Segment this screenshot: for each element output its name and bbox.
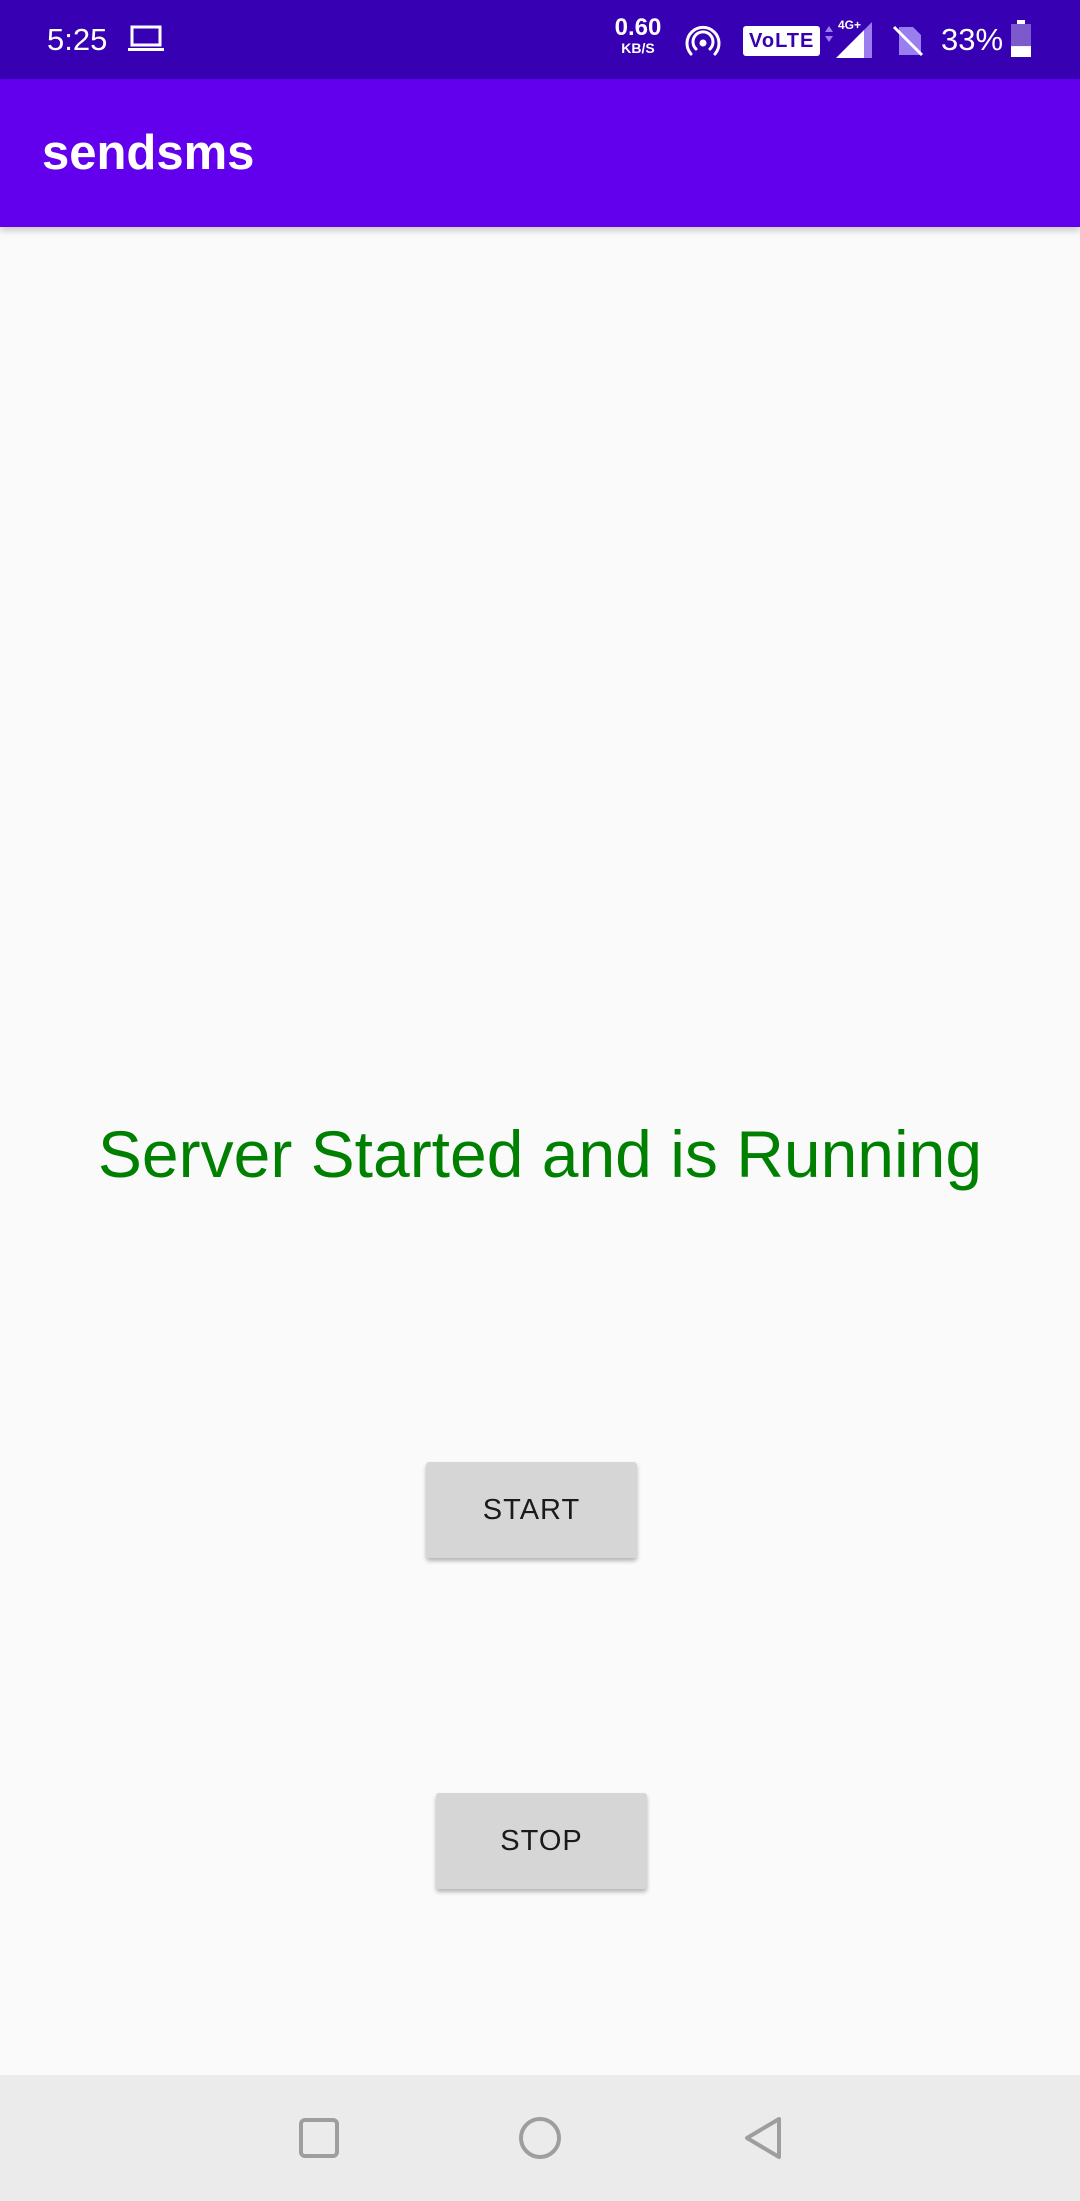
no-sim-icon — [892, 25, 924, 57]
stop-button[interactable]: STOP — [436, 1793, 647, 1889]
signal-icon: 4G+ — [825, 18, 872, 58]
back-button[interactable] — [733, 2108, 793, 2168]
recents-icon — [299, 2118, 339, 2158]
navigation-bar — [0, 2075, 1080, 2201]
status-bar: 5:25 0.60 KB/S VoLTE 4G+ 33% — [0, 0, 1080, 79]
net-speed: 0.60 KB/S — [610, 14, 666, 56]
home-button[interactable] — [510, 2108, 570, 2168]
laptop-icon — [128, 25, 164, 51]
home-icon — [519, 2117, 561, 2159]
battery-icon — [1011, 20, 1031, 57]
status-time: 5:25 — [47, 22, 108, 57]
screen: 5:25 0.60 KB/S VoLTE 4G+ 33% sendsms Ser… — [0, 0, 1080, 2201]
start-button[interactable]: START — [426, 1462, 637, 1558]
recents-button[interactable] — [289, 2108, 349, 2168]
net-speed-value: 0.60 — [614, 14, 662, 41]
app-title: sendsms — [42, 126, 255, 180]
app-bar: sendsms — [0, 79, 1080, 227]
network-type: 4G+ — [838, 18, 861, 32]
hotspot-icon — [685, 25, 721, 56]
server-status-text: Server Started and is Running — [97, 1117, 983, 1191]
battery-percent: 33% — [941, 22, 1004, 57]
back-icon — [745, 2117, 781, 2159]
net-speed-unit: KB/S — [621, 40, 655, 56]
volte-badge: VoLTE — [743, 26, 821, 56]
